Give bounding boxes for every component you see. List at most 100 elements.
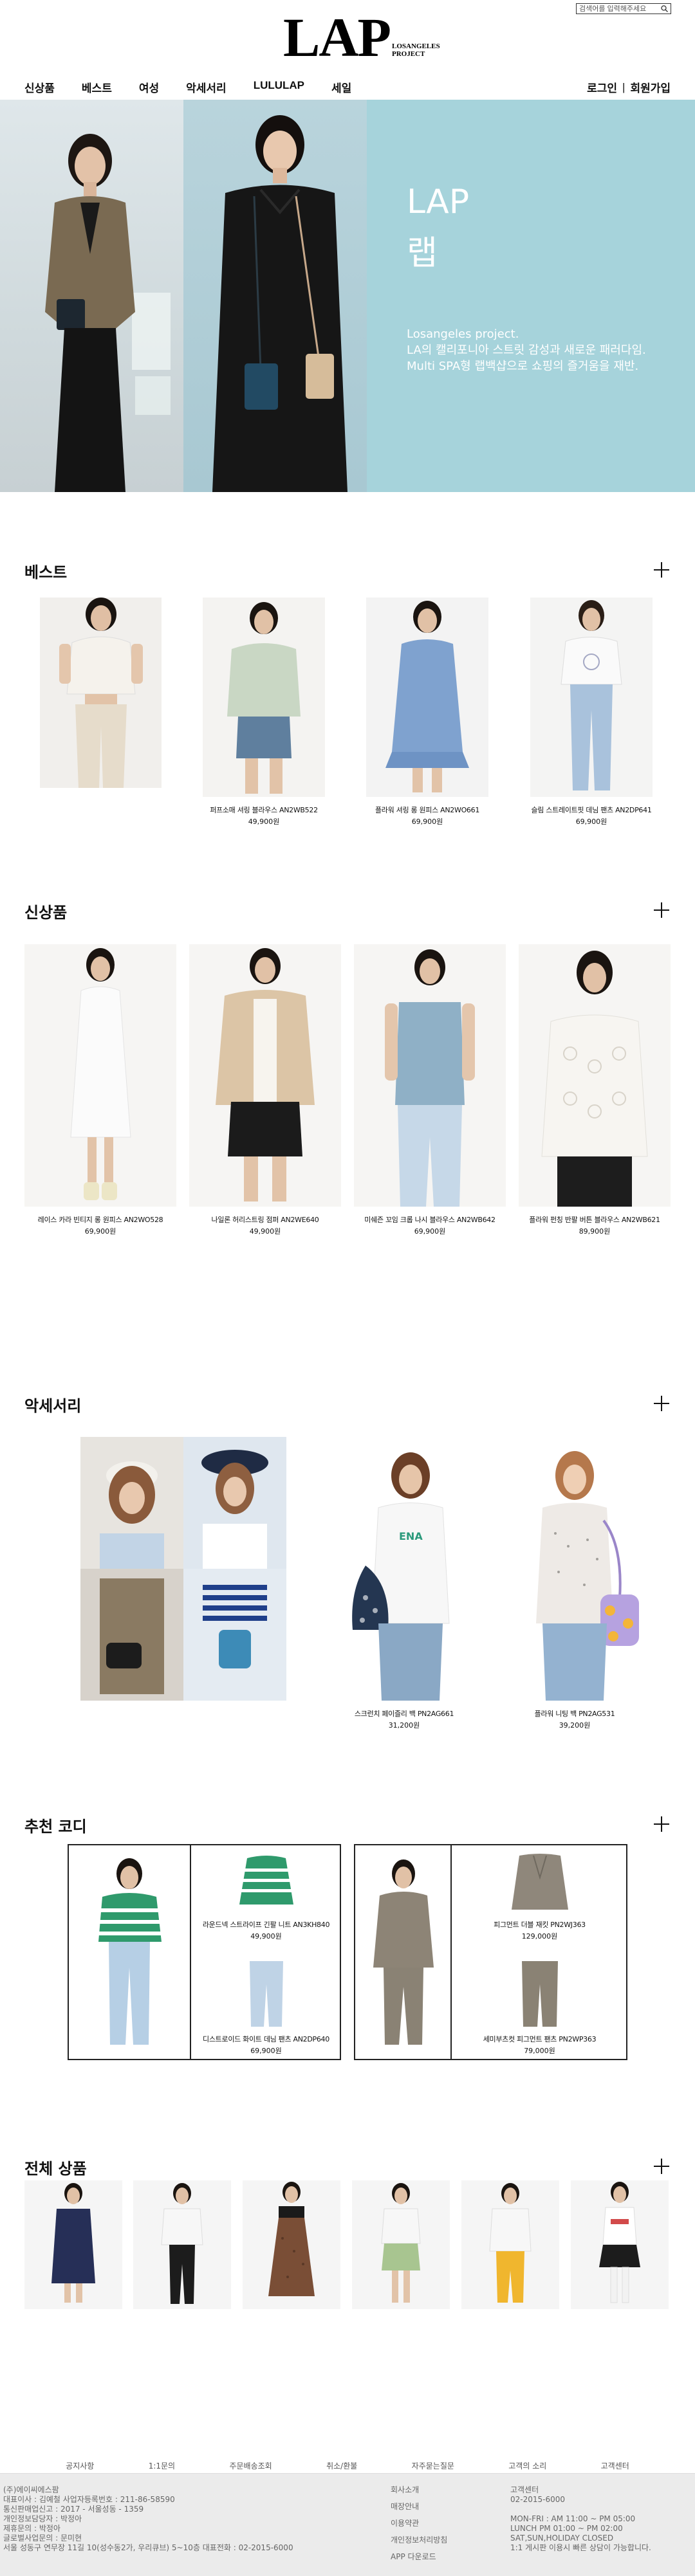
- product-image[interactable]: [24, 944, 176, 1207]
- coordi-item[interactable]: 피그먼트 더블 재킷 PN2WJ363 129,000원: [452, 1845, 627, 1955]
- product-price: 69,900원: [250, 2047, 282, 2055]
- footer-link-inquiry[interactable]: 1:1문의: [149, 2460, 175, 2471]
- product-name[interactable]: 미쉐즌 꼬임 크롭 나시 블라우스 AN2WB642: [354, 1214, 506, 1225]
- footer-link-notice[interactable]: 공지사항: [66, 2460, 94, 2471]
- product-image[interactable]: [24, 2180, 122, 2309]
- nav-best[interactable]: 베스트: [82, 79, 112, 95]
- all-more-plus-icon[interactable]: [654, 2159, 669, 2174]
- product-image[interactable]: [366, 598, 488, 797]
- product-card[interactable]: 나일론 허리스트링 점퍼 AN2WE640 49,900원: [189, 944, 341, 1236]
- product-image[interactable]: [133, 2180, 231, 2309]
- search-input[interactable]: [577, 4, 659, 14]
- product-card[interactable]: [24, 2180, 122, 2309]
- nav-women[interactable]: 여성: [139, 79, 159, 95]
- nav-lululap[interactable]: LULULAP: [254, 79, 304, 95]
- product-name[interactable]: 플라워 니팅 백 PN2AG531: [494, 1708, 655, 1719]
- footer-menu-company[interactable]: 회사소개: [391, 2485, 447, 2495]
- nav-sale[interactable]: 세일: [331, 79, 351, 95]
- product-card[interactable]: [352, 2180, 450, 2309]
- product-card[interactable]: 퍼프소매 셔링 블라우스 AN2WB522 49,900원: [203, 598, 325, 827]
- product-name[interactable]: 나일론 허리스트링 점퍼 AN2WE640: [189, 1214, 341, 1225]
- product-image[interactable]: [189, 944, 341, 1207]
- join-link[interactable]: 회원가입: [630, 79, 671, 95]
- coordi-item-image[interactable]: [234, 1853, 299, 1912]
- section-title-accessory: 악세서리: [24, 1397, 82, 1415]
- product-card[interactable]: [571, 2180, 669, 2309]
- footer-menu-privacy[interactable]: 개인정보처리방침: [391, 2535, 447, 2545]
- hero-desc-line: Losangeles project.: [407, 327, 519, 341]
- coordi-item-image[interactable]: [508, 1852, 572, 1914]
- coordi-item-image[interactable]: [241, 1959, 292, 2029]
- footer-menu-stores[interactable]: 매장안내: [391, 2502, 447, 2512]
- hero-description: Losangeles project. LA의 캘리포니아 스트릿 감성과 새로…: [407, 326, 646, 374]
- product-card[interactable]: [80, 1437, 286, 1708]
- product-image[interactable]: [571, 2180, 669, 2309]
- product-image[interactable]: [494, 1437, 655, 1701]
- product-name[interactable]: 라운드넥 스트라이프 긴팔 니트 AN3KH840: [191, 1919, 341, 1930]
- product-image[interactable]: [40, 598, 162, 788]
- product-card[interactable]: 슬림 스트레이트핏 데님 팬츠 AN2DP641 69,900원: [530, 598, 653, 827]
- coordi-item-image[interactable]: [514, 1959, 566, 2029]
- product-card[interactable]: [40, 598, 162, 796]
- product-image[interactable]: [354, 944, 506, 1207]
- nav-new[interactable]: 신상품: [24, 79, 55, 95]
- nav-accessory[interactable]: 악세서리: [186, 79, 227, 95]
- product-name[interactable]: 디스트로이드 화이트 데님 팬츠 AN2DP640: [191, 2034, 341, 2044]
- footer-menu-app[interactable]: APP 다운로드: [391, 2552, 447, 2562]
- footer-link-cs[interactable]: 고객센터: [601, 2460, 629, 2471]
- coordi-set-1[interactable]: 라운드넥 스트라이프 긴팔 니트 AN3KH840 49,900원 디스트로이드…: [68, 1844, 341, 2060]
- product-name[interactable]: 세미부츠컷 피그먼트 팬츠 PN2WP363: [452, 2034, 627, 2044]
- product-name[interactable]: 피그먼트 더블 재킷 PN2WJ363: [452, 1919, 627, 1930]
- footer-link-faq[interactable]: 자주묻는질문: [412, 2460, 454, 2471]
- logo-lap: LAP: [283, 6, 391, 68]
- coordi-set-2[interactable]: 피그먼트 더블 재킷 PN2WJ363 129,000원 세미부츠컷 피그먼트 …: [354, 1844, 627, 2060]
- product-card[interactable]: 레이스 카라 빈티지 롱 원피스 AN2WO528 69,900원: [24, 944, 176, 1236]
- product-name[interactable]: 슬림 스트레이트핏 데님 팬츠 AN2DP641: [530, 805, 653, 815]
- new-more-plus-icon[interactable]: [654, 902, 669, 918]
- login-link[interactable]: 로그인: [587, 79, 617, 95]
- product-card[interactable]: 플라워 펀칭 반팔 버튼 블라우스 AN2WB621 89,900원: [519, 944, 671, 1236]
- product-card[interactable]: 미쉐즌 꼬임 크롭 나시 블라우스 AN2WB642 69,900원: [354, 944, 506, 1236]
- search-box[interactable]: [576, 3, 671, 14]
- product-name[interactable]: 레이스 카라 빈티지 롱 원피스 AN2WO528: [24, 1214, 176, 1225]
- site-logo[interactable]: LAP LOSANGELES PROJECT: [283, 6, 440, 68]
- footer-link-voice[interactable]: 고객의 소리: [508, 2460, 546, 2471]
- hero-title-en: LAP: [407, 183, 470, 221]
- footer-links: 공지사항 1:1문의 주문배송조회 취소/환불 자주묻는질문 고객의 소리 고객…: [0, 2460, 695, 2471]
- product-name[interactable]: 플라워 펀칭 반팔 버튼 블라우스 AN2WB621: [519, 1214, 671, 1225]
- product-image[interactable]: [243, 2180, 340, 2309]
- product-card[interactable]: [133, 2180, 231, 2309]
- cs-line: 1:1 게시판 이용시 빠른 상담이 가능합니다.: [510, 2543, 651, 2552]
- product-image[interactable]: [80, 1437, 286, 1701]
- product-image[interactable]: [352, 2180, 450, 2309]
- footer-link-order[interactable]: 주문배송조회: [229, 2460, 272, 2471]
- search-icon[interactable]: [659, 4, 669, 14]
- footer-cs-info: 고객센터 02-2015-6000 MON-FRI : AM 11:00 ~ P…: [510, 2485, 651, 2553]
- product-card[interactable]: 플라워 니팅 백 PN2AG531 39,200원: [494, 1437, 655, 1730]
- coordi-item[interactable]: 세미부츠컷 피그먼트 팬츠 PN2WP363 79,000원: [452, 1955, 627, 2058]
- product-price: 79,000원: [524, 2047, 555, 2055]
- coordi-item[interactable]: 디스트로이드 화이트 데님 팬츠 AN2DP640 69,900원: [191, 1955, 341, 2058]
- hero-banner[interactable]: LAP 랩 Losangeles project. LA의 캘리포니아 스트릿 …: [0, 100, 695, 492]
- product-card[interactable]: [243, 2180, 340, 2309]
- product-card[interactable]: ENA 스크런치 페이즐리 백 PN2AG661 31,200원: [327, 1437, 481, 1730]
- footer-menu-terms[interactable]: 이용약관: [391, 2519, 447, 2528]
- product-image[interactable]: [461, 2180, 559, 2309]
- coordi-look-image[interactable]: [362, 1858, 445, 2051]
- product-name[interactable]: 퍼프소매 셔링 블라우스 AN2WB522: [203, 805, 325, 815]
- accessory-more-plus-icon[interactable]: [654, 1396, 669, 1411]
- product-name[interactable]: 스크런치 페이즐리 백 PN2AG661: [327, 1708, 481, 1719]
- product-name[interactable]: 플라워 셔링 롱 원피스 AN2WO661: [366, 805, 488, 815]
- best-more-plus-icon[interactable]: [654, 562, 669, 578]
- coordi-look-image[interactable]: [77, 1858, 183, 2051]
- product-card[interactable]: 플라워 셔링 롱 원피스 AN2WO661 69,900원: [366, 598, 488, 827]
- product-image[interactable]: [530, 598, 653, 797]
- coordi-item[interactable]: 라운드넥 스트라이프 긴팔 니트 AN3KH840 49,900원: [191, 1845, 341, 1955]
- footer-link-refund[interactable]: 취소/환불: [326, 2460, 357, 2471]
- product-card[interactable]: [461, 2180, 559, 2309]
- product-image[interactable]: [519, 944, 671, 1207]
- coordi-more-plus-icon[interactable]: [654, 1816, 669, 1832]
- company-line: 글로벌사업문의 : 문미현: [3, 2534, 82, 2543]
- product-image[interactable]: [203, 598, 325, 797]
- product-image[interactable]: ENA: [327, 1437, 481, 1701]
